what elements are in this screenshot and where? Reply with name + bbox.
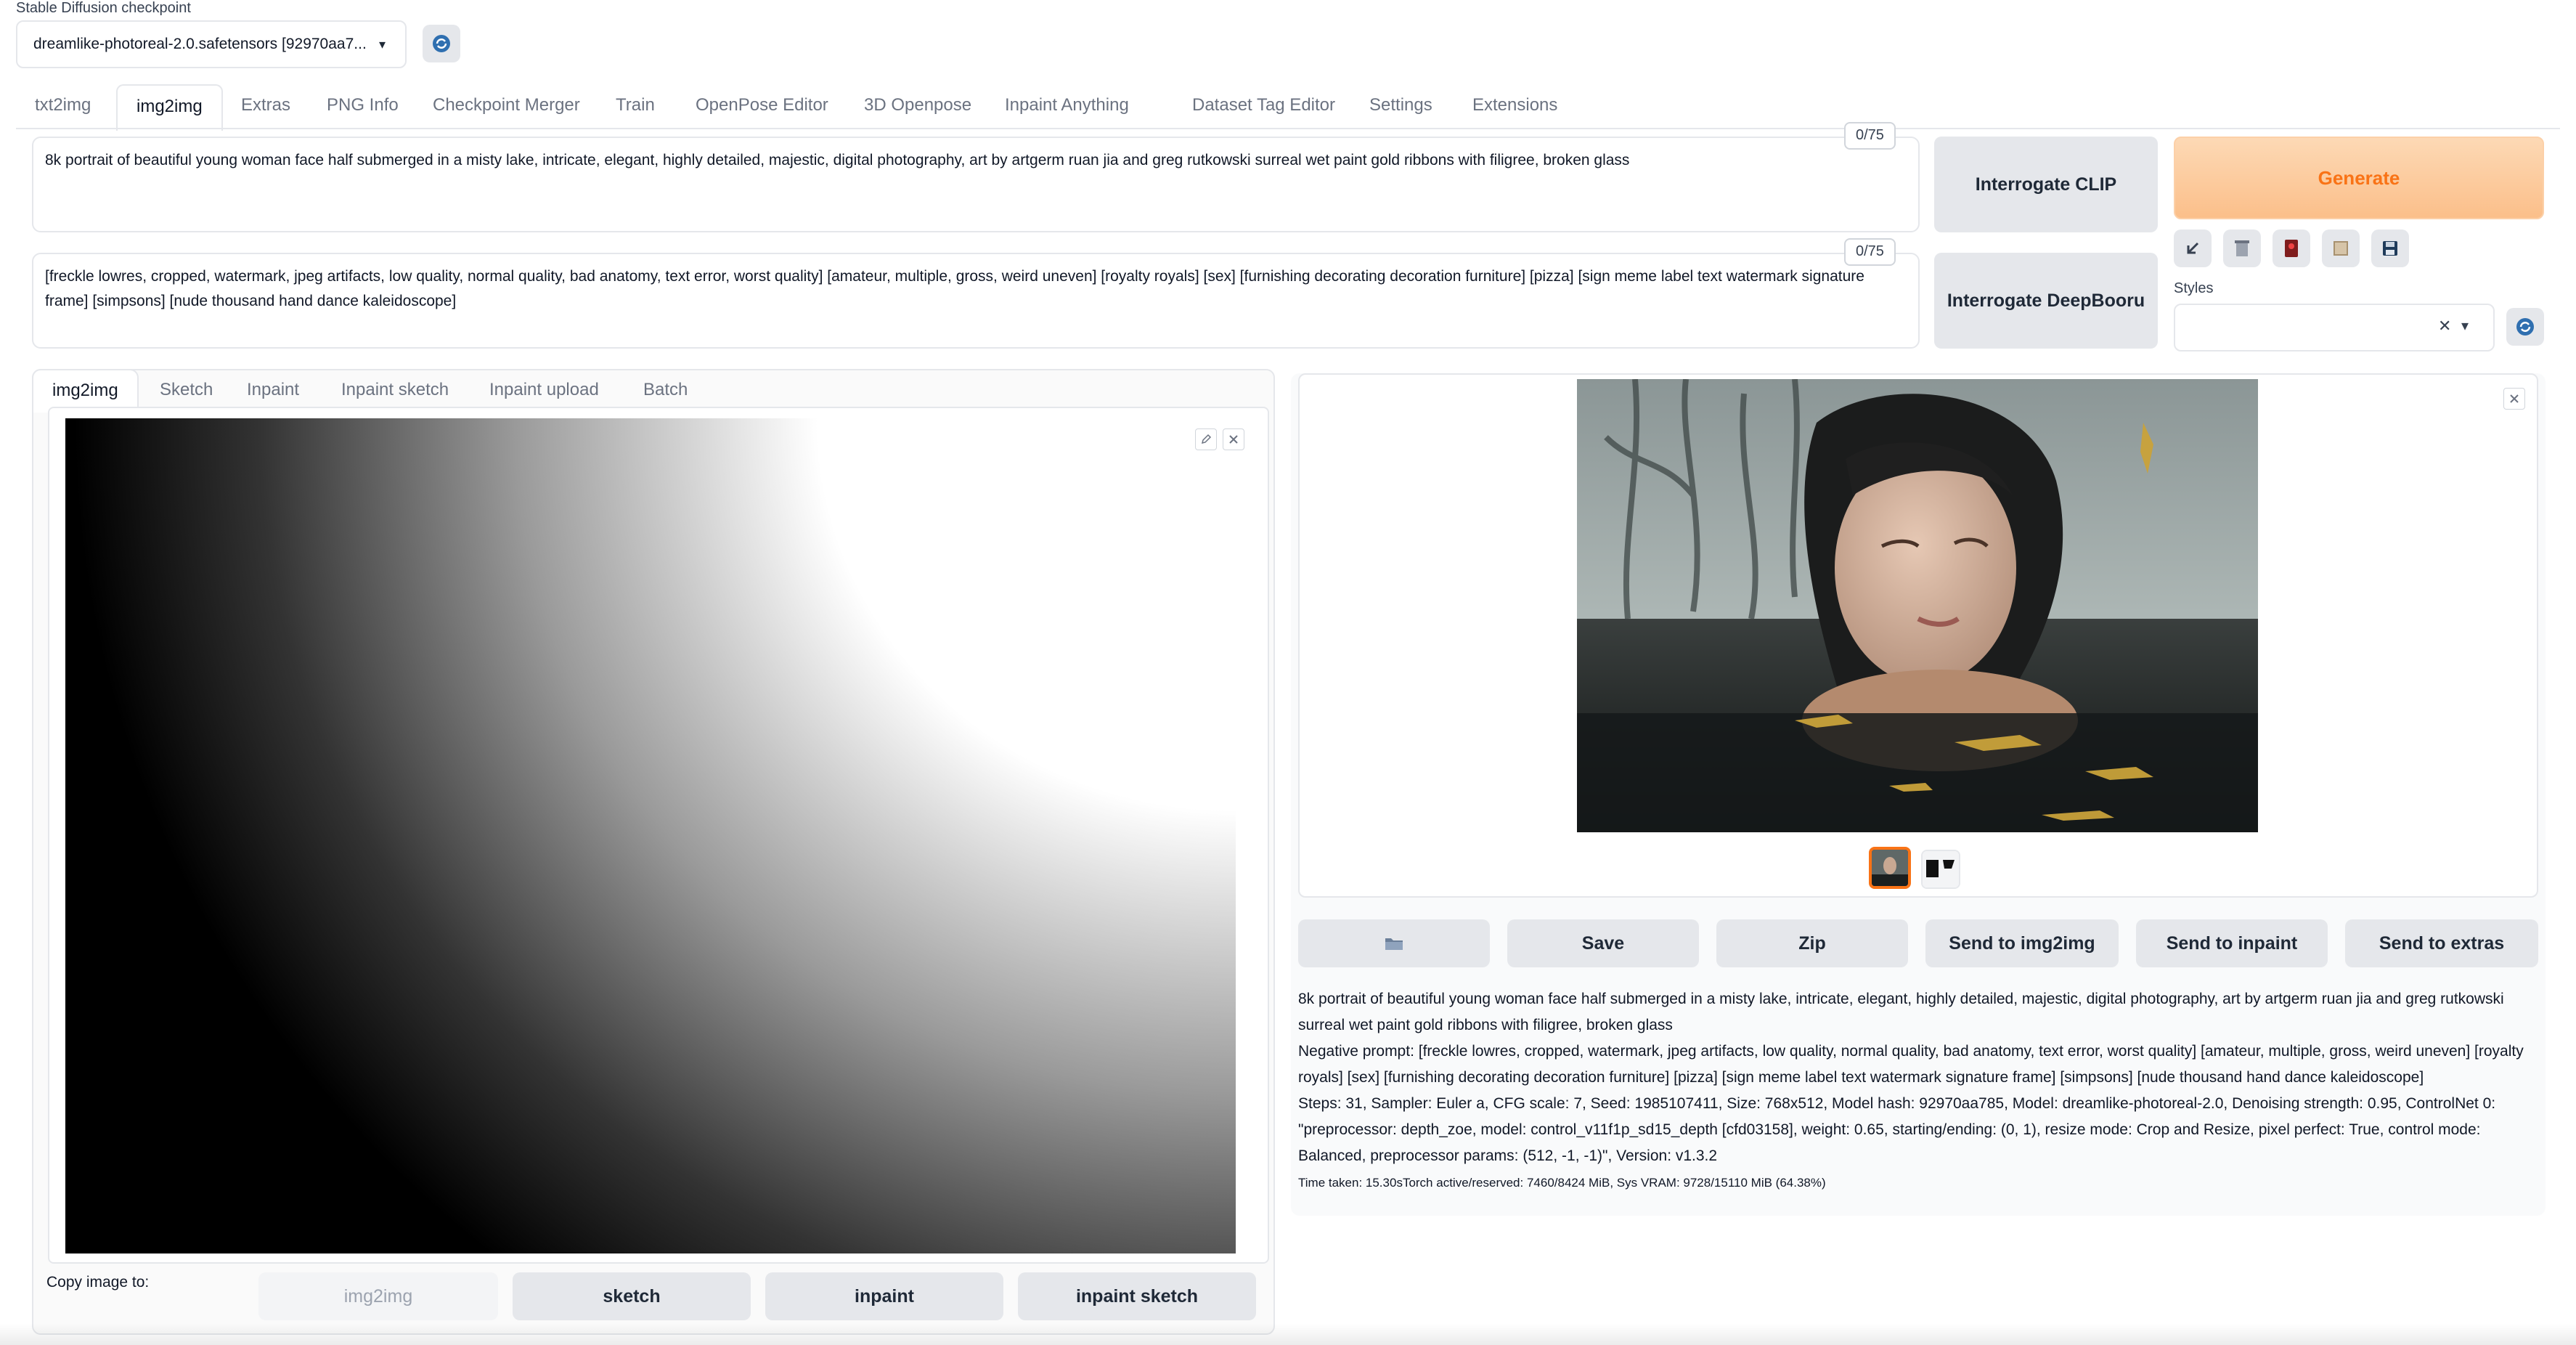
trash-icon: [2235, 240, 2249, 256]
negative-prompt-text: [freckle lowres, cropped, watermark, jpe…: [45, 268, 1864, 309]
tab-txt2img[interactable]: txt2img: [16, 84, 110, 126]
gallery-thumbnail-selected[interactable]: [1869, 847, 1911, 889]
tab-divider: [16, 128, 2560, 129]
close-icon: [2510, 394, 2519, 403]
copy-to-sketch-button[interactable]: sketch: [513, 1272, 751, 1320]
tab-png-info[interactable]: PNG Info: [308, 84, 417, 126]
checkpoint-dropdown[interactable]: dreamlike-photoreal-2.0.safetensors [929…: [16, 20, 407, 68]
clear-prompt-button[interactable]: [2223, 229, 2261, 267]
open-folder-button[interactable]: [1298, 919, 1490, 967]
arrow-down-left-icon: [2187, 242, 2199, 254]
read-params-button[interactable]: [2174, 229, 2212, 267]
subtab-img2img[interactable]: img2img: [32, 369, 139, 413]
generation-info: 8k portrait of beautiful young woman fac…: [1298, 986, 2532, 1194]
tab-train[interactable]: Train: [597, 84, 674, 126]
send-to-img2img-button[interactable]: Send to img2img: [1925, 919, 2119, 967]
tab-dataset-tag-editor[interactable]: Dataset Tag Editor: [1173, 84, 1354, 126]
copy-image-label: Copy image to:: [46, 1274, 150, 1291]
prompt-token-counter: 0/75: [1844, 122, 1896, 150]
generated-image[interactable]: [1577, 379, 2258, 832]
input-mode-tabs: img2img Sketch Inpaint Inpaint sketch In…: [32, 369, 1275, 413]
apply-styles-button[interactable]: [2322, 229, 2360, 267]
negative-prompt-token-counter: 0/75: [1844, 238, 1896, 266]
prompt-textarea[interactable]: 8k portrait of beautiful young woman fac…: [32, 137, 1920, 232]
folder-icon: [1385, 938, 1403, 950]
generation-info-timing: Time taken: 15.30sTorch active/reserved:…: [1298, 1176, 1826, 1190]
checkpoint-label: Stable Diffusion checkpoint: [16, 0, 191, 16]
styles-label: Styles: [2174, 280, 2214, 296]
close-gallery-button[interactable]: [2503, 388, 2525, 410]
prompt-text: 8k portrait of beautiful young woman fac…: [45, 152, 1630, 168]
copy-to-inpaint-sketch-button[interactable]: inpaint sketch: [1018, 1272, 1256, 1320]
tab-3d-openpose[interactable]: 3D Openpose: [845, 84, 990, 126]
subtab-sketch[interactable]: Sketch: [141, 369, 232, 411]
refresh-icon: [2516, 318, 2534, 336]
close-icon: [1229, 435, 1238, 444]
chevron-down-icon: ▾: [2461, 318, 2469, 334]
generate-button[interactable]: Generate: [2174, 137, 2544, 219]
clear-image-button[interactable]: [1223, 428, 1244, 450]
close-icon[interactable]: ✕: [2438, 317, 2451, 336]
subtab-inpaint-sketch[interactable]: Inpaint sketch: [322, 369, 468, 411]
generation-info-negative: Negative prompt: [freckle lowres, croppe…: [1298, 1043, 2524, 1086]
edit-image-button[interactable]: [1195, 428, 1217, 450]
thumbnail-image: [1872, 850, 1908, 886]
tab-openpose-editor[interactable]: OpenPose Editor: [677, 84, 847, 126]
generation-info-params: Steps: 31, Sampler: Euler a, CFG scale: …: [1298, 1095, 2496, 1164]
generation-info-prompt: 8k portrait of beautiful young woman fac…: [1298, 991, 2504, 1033]
copy-to-inpaint-button[interactable]: inpaint: [765, 1272, 1003, 1320]
card-icon: [2285, 240, 2298, 257]
tab-settings[interactable]: Settings: [1350, 84, 1451, 126]
extra-networks-button[interactable]: [2273, 229, 2310, 267]
interrogate-deepbooru-button[interactable]: Interrogate DeepBooru: [1934, 253, 2158, 349]
checkpoint-value: dreamlike-photoreal-2.0.safetensors [929…: [33, 36, 367, 52]
tab-img2img[interactable]: img2img: [116, 84, 223, 131]
negative-prompt-textarea[interactable]: [freckle lowres, cropped, watermark, jpe…: [32, 253, 1920, 349]
zip-button[interactable]: Zip: [1716, 919, 1908, 967]
tab-inpaint-anything[interactable]: Inpaint Anything: [986, 84, 1148, 126]
chevron-down-icon: ▾: [379, 36, 386, 52]
subtab-inpaint-upload[interactable]: Inpaint upload: [470, 369, 618, 411]
tab-extras[interactable]: Extras: [222, 84, 309, 126]
refresh-styles-button[interactable]: [2506, 308, 2544, 346]
subtab-inpaint[interactable]: Inpaint: [228, 369, 318, 411]
floppy-disk-icon: [2383, 241, 2397, 256]
subtab-batch[interactable]: Batch: [624, 369, 706, 411]
thumbnail-image: [1923, 851, 1959, 887]
refresh-checkpoint-button[interactable]: [423, 25, 460, 62]
styles-dropdown[interactable]: ✕ ▾: [2174, 304, 2495, 352]
clipboard-icon: [2334, 241, 2348, 256]
save-style-button[interactable]: [2371, 229, 2409, 267]
save-button[interactable]: Save: [1507, 919, 1699, 967]
input-image[interactable]: [65, 418, 1236, 1253]
send-to-inpaint-button[interactable]: Send to inpaint: [2136, 919, 2328, 967]
tab-checkpoint-merger[interactable]: Checkpoint Merger: [414, 84, 599, 126]
tab-extensions[interactable]: Extensions: [1454, 84, 1576, 126]
gallery-thumbnail-depth[interactable]: [1921, 850, 1960, 889]
refresh-icon: [433, 35, 450, 52]
pencil-icon: [1201, 434, 1212, 444]
top-tab-bar: txt2img img2img Extras PNG Info Checkpoi…: [16, 84, 2560, 131]
copy-to-img2img-button[interactable]: img2img: [258, 1272, 498, 1320]
send-to-extras-button[interactable]: Send to extras: [2345, 919, 2538, 967]
page-bottom-fade: [0, 1323, 2576, 1345]
interrogate-clip-button[interactable]: Interrogate CLIP: [1934, 137, 2158, 232]
